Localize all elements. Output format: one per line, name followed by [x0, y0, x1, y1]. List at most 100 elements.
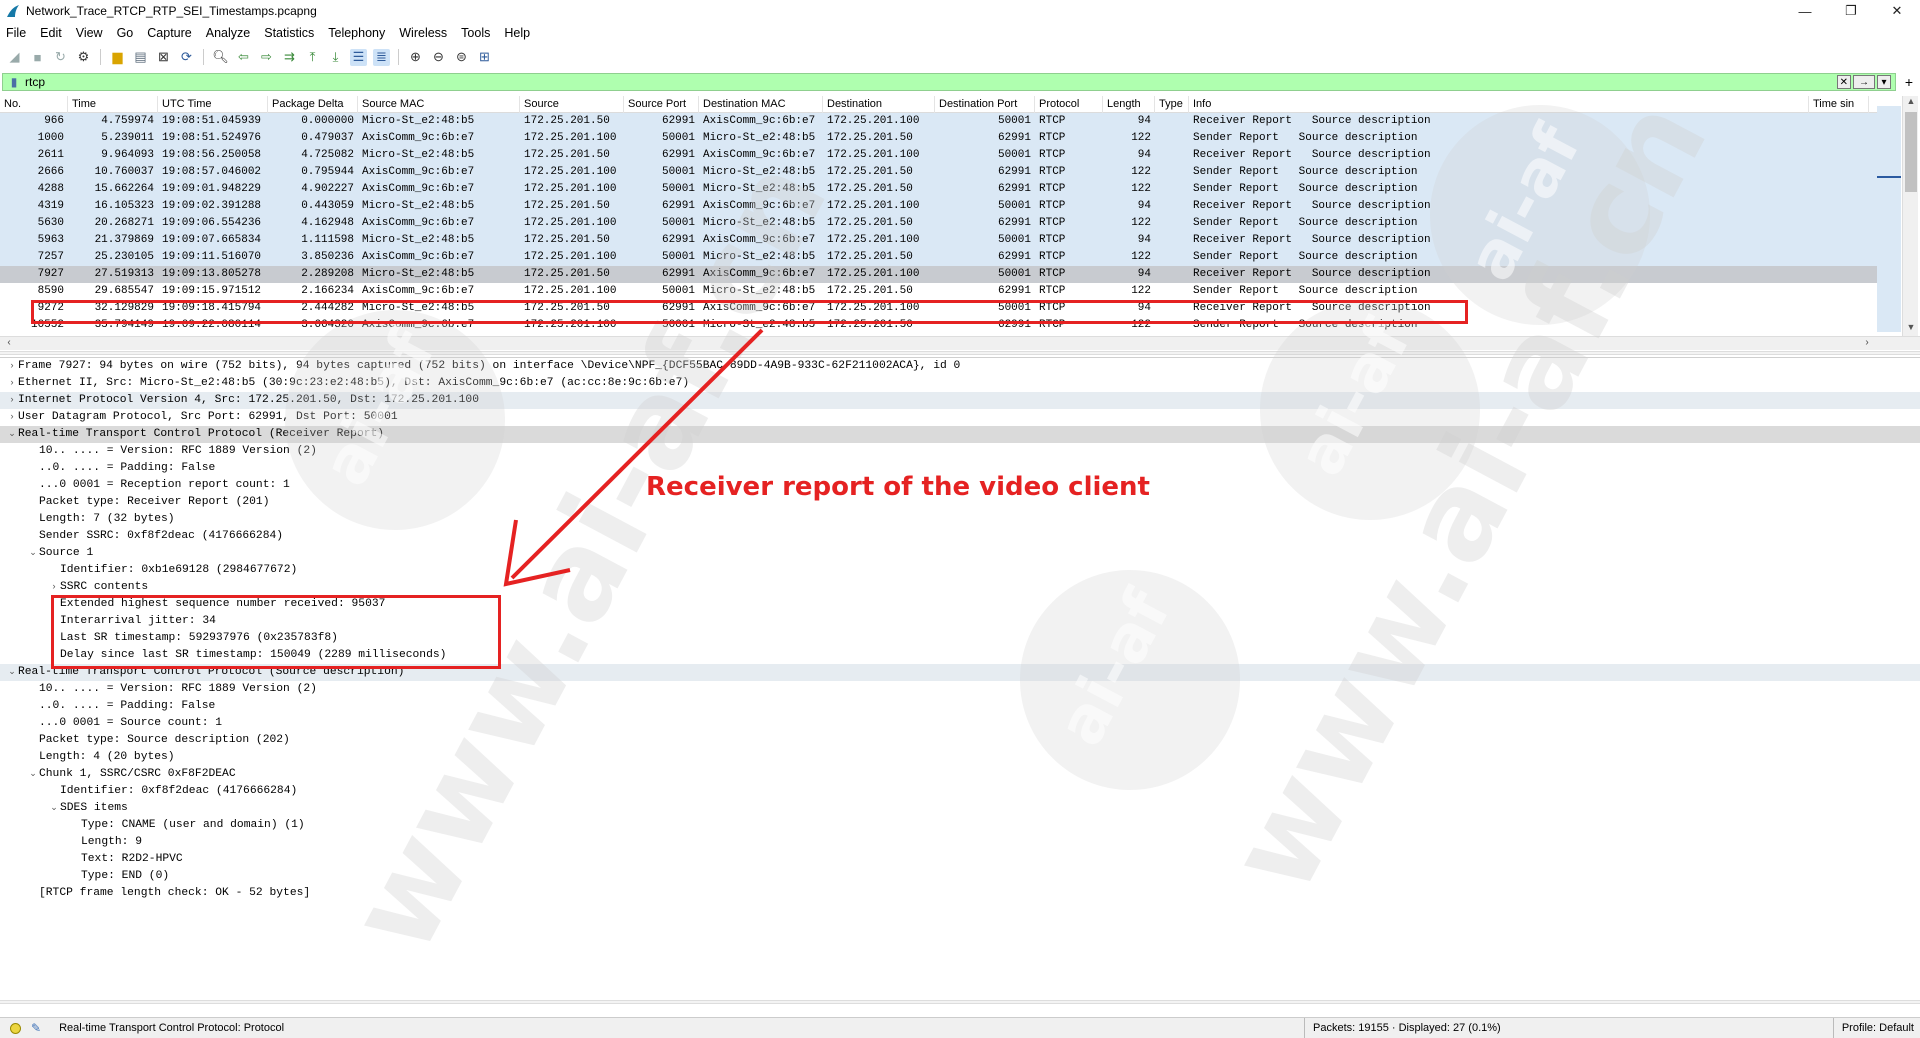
reload-file-icon[interactable]: ⟳	[178, 49, 195, 66]
detail-tree-node[interactable]: Type: CNAME (user and domain) (1)	[0, 817, 1920, 834]
scroll-down-icon[interactable]: ▼	[1903, 322, 1919, 336]
filter-history-dropdown[interactable]: ▾	[1877, 75, 1891, 89]
packet-row[interactable]: 2611 9.964093 19:08:56.250058 4.725082 Micro…	[0, 147, 1900, 164]
close-file-icon[interactable]: ⊠	[155, 49, 172, 66]
collapsed-chevron-icon[interactable]: ›	[6, 392, 18, 409]
detail-tree-node[interactable]: ⌄ Chunk 1, SSRC/CSRC 0xF8F2DEAC	[0, 766, 1920, 783]
detail-tree-node[interactable]: [RTCP frame length check: OK - 52 bytes]	[0, 885, 1920, 902]
packet-row[interactable]: 1000 5.239011 19:08:51.524976 0.479037 AxisC…	[0, 130, 1900, 147]
detail-tree-node[interactable]: › SSRC contents	[0, 579, 1920, 596]
menu-go[interactable]: Go	[117, 26, 134, 40]
detail-tree-node[interactable]: Length: 7 (32 bytes)	[0, 511, 1920, 528]
column-header-protocol[interactable]: Protocol	[1035, 96, 1103, 113]
detail-tree-node[interactable]: ...0 0001 = Source count: 1	[0, 715, 1920, 732]
detail-tree-node[interactable]: Sender SSRC: 0xf8f2deac (4176666284)	[0, 528, 1920, 545]
column-header-time-since[interactable]: Time sin	[1809, 96, 1869, 113]
menu-analyze[interactable]: Analyze	[206, 26, 250, 40]
packet-row[interactable]: 8590 29.685547 19:09:15.971512 2.166234 Axis…	[0, 283, 1900, 300]
column-header-info[interactable]: Info	[1189, 96, 1809, 113]
display-filter-input[interactable]	[25, 74, 1837, 90]
close-button[interactable]: ✕	[1874, 0, 1920, 22]
packet-list-horizontal-scrollbar[interactable]: ‹ ›	[0, 336, 1920, 350]
packet-row[interactable]: 7257 25.230105 19:09:11.516070 3.850236 Axis…	[0, 249, 1900, 266]
pane-splitter[interactable]	[0, 351, 1920, 355]
add-filter-button[interactable]: +	[1900, 74, 1918, 90]
packet-row[interactable]: 5630 20.268271 19:09:06.554236 4.162948 Axis…	[0, 215, 1900, 232]
last-packet-icon[interactable]: ⤓	[327, 49, 344, 66]
detail-tree-node[interactable]: ⌄ Source 1	[0, 545, 1920, 562]
column-header-source-mac[interactable]: Source MAC	[358, 96, 520, 113]
menu-telephony[interactable]: Telephony	[328, 26, 385, 40]
menu-edit[interactable]: Edit	[40, 26, 62, 40]
detail-tree-node[interactable]: ⌄ Real-time Transport Control Protocol (S…	[0, 664, 1920, 681]
profile-indicator[interactable]: Profile: Default	[1832, 1018, 1914, 1038]
detail-tree-node[interactable]: Type: END (0)	[0, 868, 1920, 885]
column-header-type[interactable]: Type	[1155, 96, 1189, 113]
menu-help[interactable]: Help	[504, 26, 530, 40]
packet-row[interactable]: 4319 16.105323 19:09:02.391288 0.443059 Micr…	[0, 198, 1900, 215]
detail-tree-node[interactable]: Extended highest sequence number receive…	[0, 596, 1920, 613]
packet-minimap[interactable]	[1877, 106, 1901, 332]
go-to-packet-icon[interactable]: ⇉	[281, 49, 298, 66]
go-back-icon[interactable]: ⇦	[235, 49, 252, 66]
detail-tree-node[interactable]: ⌄ SDES items	[0, 800, 1920, 817]
save-file-icon[interactable]: ▤	[132, 49, 149, 66]
detail-tree-node[interactable]: Delay since last SR timestamp: 150049 (2…	[0, 647, 1920, 664]
detail-tree-node[interactable]: Interarrival jitter: 34	[0, 613, 1920, 630]
detail-tree-node[interactable]: › Internet Protocol Version 4, Src: 172.2…	[0, 392, 1920, 409]
bookmark-icon[interactable]: ▮	[7, 75, 21, 89]
detail-tree-node[interactable]: › User Datagram Protocol, Src Port: 62991…	[0, 409, 1920, 426]
packet-row[interactable]: 9272 32.129829 19:09:18.415794 2.444282 Micr…	[0, 300, 1900, 317]
detail-tree-node[interactable]: ..0. .... = Padding: False	[0, 698, 1920, 715]
detail-tree-node[interactable]: 10.. .... = Version: RFC 1889 Version (2…	[0, 443, 1920, 460]
packet-row[interactable]: 2666 10.760037 19:08:57.046002 0.795944 Axis…	[0, 164, 1900, 181]
detail-tree-node[interactable]: Packet type: Source description (202)	[0, 732, 1920, 749]
pane-splitter[interactable]	[0, 1000, 1920, 1004]
autoscroll-icon[interactable]: ☰	[350, 48, 367, 66]
menu-view[interactable]: View	[76, 26, 103, 40]
collapsed-chevron-icon[interactable]: ›	[48, 579, 60, 596]
go-forward-icon[interactable]: ⇨	[258, 49, 275, 66]
menu-capture[interactable]: Capture	[147, 26, 191, 40]
detail-tree-node[interactable]: 10.. .... = Version: RFC 1889 Version (2…	[0, 681, 1920, 698]
normal-size-icon[interactable]: ⊜	[453, 49, 470, 66]
scroll-left-icon[interactable]: ‹	[2, 337, 16, 348]
packet-row[interactable]: 966 4.759974 19:08:51.045939 0.000000 Micro-…	[0, 113, 1900, 130]
menu-tools[interactable]: Tools	[461, 26, 490, 40]
expanded-chevron-icon[interactable]: ⌄	[48, 800, 60, 817]
collapsed-chevron-icon[interactable]: ›	[6, 409, 18, 426]
resize-columns-icon[interactable]: ⊞	[476, 49, 493, 66]
column-header-no[interactable]: No.	[0, 96, 68, 113]
scroll-up-icon[interactable]: ▲	[1903, 96, 1919, 110]
menu-statistics[interactable]: Statistics	[264, 26, 314, 40]
detail-tree-node[interactable]: › Frame 7927: 94 bytes on wire (752 bits)…	[0, 358, 1920, 375]
packet-list-vertical-scrollbar[interactable]: ▲ ▼	[1902, 96, 1918, 336]
detail-tree-node[interactable]: Identifier: 0xf8f2deac (4176666284)	[0, 783, 1920, 800]
detail-tree-node[interactable]: Length: 9	[0, 834, 1920, 851]
column-header-time[interactable]: Time	[68, 96, 158, 113]
edit-comment-icon[interactable]: ✎	[31, 1021, 41, 1035]
detail-tree-node[interactable]: Identifier: 0xb1e69128 (2984677672)	[0, 562, 1920, 579]
apply-filter-button[interactable]: →	[1853, 75, 1875, 89]
maximize-button[interactable]: ❐	[1828, 0, 1874, 22]
detail-tree-node[interactable]: Text: R2D2-HPVC	[0, 851, 1920, 868]
packet-row[interactable]: 5963 21.379869 19:09:07.665834 1.111598 Micr…	[0, 232, 1900, 249]
column-header-length[interactable]: Length	[1103, 96, 1155, 113]
expanded-chevron-icon[interactable]: ⌄	[27, 766, 39, 783]
expanded-chevron-icon[interactable]: ⌄	[6, 664, 18, 681]
start-capture-icon[interactable]: ◢	[6, 49, 23, 66]
menu-file[interactable]: File	[6, 26, 26, 40]
packet-row[interactable]: 10552 35.794149 19:09:22.080114 3.664320 Axi…	[0, 317, 1900, 334]
collapsed-chevron-icon[interactable]: ›	[6, 375, 18, 392]
column-header-destination-port[interactable]: Destination Port	[935, 96, 1035, 113]
zoom-out-icon[interactable]: ⊖	[430, 49, 447, 66]
find-packet-icon[interactable]: 🔍︎	[212, 49, 229, 66]
menu-wireless[interactable]: Wireless	[399, 26, 447, 40]
first-packet-icon[interactable]: ⤒	[304, 49, 321, 66]
detail-tree-node[interactable]: Last SR timestamp: 592937976 (0x235783f8…	[0, 630, 1920, 647]
detail-tree-node[interactable]: › Ethernet II, Src: Micro-St_e2:48:b5 (30…	[0, 375, 1920, 392]
column-header-package-delta[interactable]: Package Delta	[268, 96, 358, 113]
scroll-thumb[interactable]	[1905, 112, 1917, 192]
minimize-button[interactable]: —	[1782, 0, 1828, 22]
column-header-destination-mac[interactable]: Destination MAC	[699, 96, 823, 113]
